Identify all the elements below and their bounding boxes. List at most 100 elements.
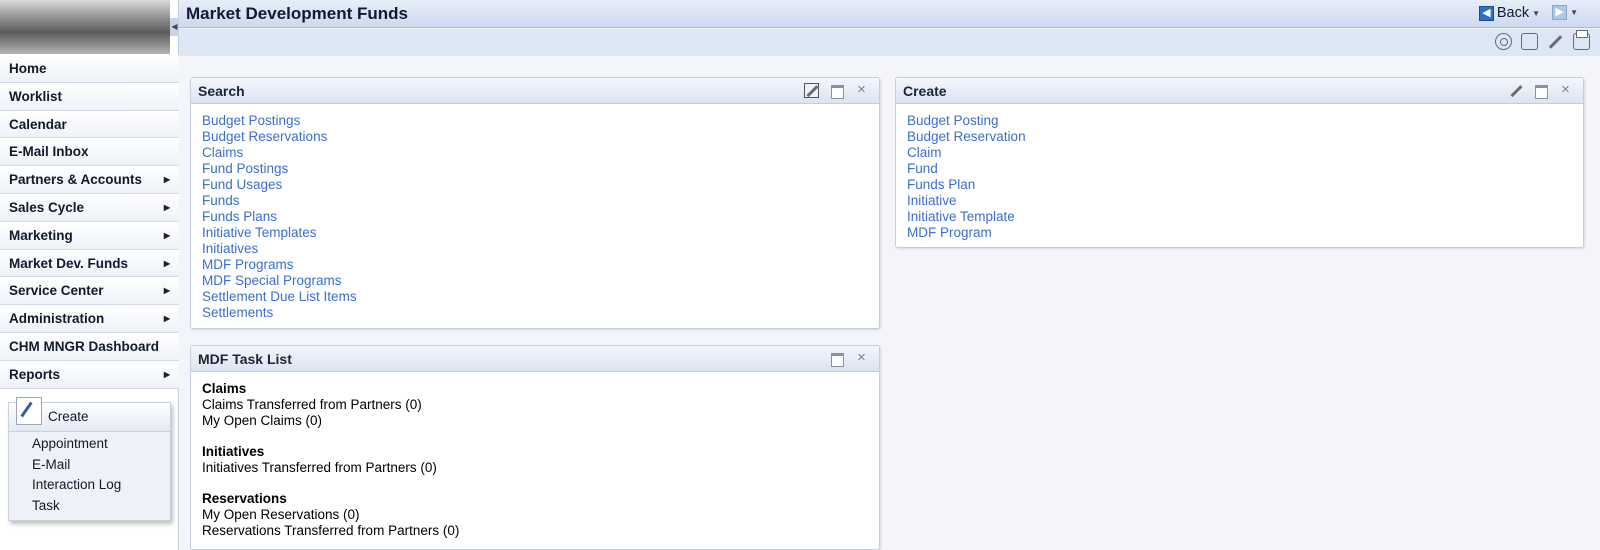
task-item[interactable]: Initiatives Transferred from Partners (0… [202, 460, 879, 476]
link-fund-postings[interactable]: Fund Postings [202, 161, 879, 177]
quick-create-appointment[interactable]: Appointment [9, 434, 170, 455]
nav-item-service-center[interactable]: Service Center ▶ [0, 277, 179, 306]
quick-create-task[interactable]: Task [9, 496, 170, 517]
nav-item-label: Market Dev. Funds [9, 255, 129, 271]
submenu-arrow-icon: ▶ [163, 314, 170, 324]
back-arrow-icon: ◀ [1478, 5, 1494, 21]
settings-gear-icon[interactable] [1495, 33, 1512, 50]
nav-item-label: CHM MNGR Dashboard [9, 338, 160, 354]
link-settlements[interactable]: Settlements [202, 305, 879, 321]
link-claim[interactable]: Claim [907, 145, 1583, 161]
search-panel: Search × Budget Postings Budget Reservati… [190, 77, 880, 329]
minimize-icon[interactable] [829, 351, 844, 367]
link-claims[interactable]: Claims [202, 145, 879, 161]
link-initiative-template[interactable]: Initiative Template [907, 209, 1583, 225]
page-title: Market Development Funds [186, 4, 408, 23]
task-item[interactable]: Reservations Transferred from Partners (… [202, 523, 879, 539]
nav-item-partners-accounts[interactable]: Partners & Accounts ▶ [0, 166, 179, 194]
nav-item-chm-mngr-dashboard[interactable]: CHM MNGR Dashboard [0, 332, 179, 361]
task-panel-title: MDF Task List [198, 351, 292, 367]
quick-create-interaction-log[interactable]: Interaction Log [9, 475, 170, 496]
task-item[interactable]: My Open Reservations (0) [202, 507, 879, 523]
nav-item-label: Sales Cycle [9, 199, 85, 215]
close-icon[interactable]: × [1558, 82, 1573, 98]
task-group-heading: Reservations [202, 491, 287, 506]
quick-create-title: Create [48, 409, 89, 424]
nav-item-marketing[interactable]: Marketing ▶ [0, 221, 179, 250]
nav-item-label: E-Mail Inbox [9, 144, 89, 160]
wrench-icon[interactable] [1547, 33, 1564, 50]
collapse-nav-icon[interactable]: ◀ [170, 18, 179, 36]
nav-item-e-mail-inbox[interactable]: E-Mail Inbox [0, 138, 179, 167]
toolbar-icons [1495, 30, 1590, 50]
create-panel: Create × Budget Posting Budget Reservatio… [895, 77, 1584, 248]
search-links: Budget Postings Budget Reservations Claims… [191, 104, 879, 321]
chevron-down-icon[interactable]: ▼ [1532, 9, 1540, 18]
nav-item-label: Reports [9, 366, 61, 382]
personalize-wrench-icon[interactable] [1508, 83, 1523, 98]
quick-create-box: Create Appointment E-Mail Interaction Log T… [8, 397, 171, 521]
nav-item-administration[interactable]: Administration ▶ [0, 305, 179, 333]
submenu-arrow-icon: ▶ [163, 258, 170, 268]
link-fund-usages[interactable]: Fund Usages [202, 177, 879, 193]
personalize-wrench-icon[interactable] [804, 83, 819, 98]
link-mdf-programs[interactable]: MDF Programs [202, 257, 879, 273]
nav-item-label: Service Center [9, 283, 104, 299]
submenu-arrow-icon: ▶ [163, 175, 170, 185]
quick-create-header[interactable]: Create [9, 397, 170, 432]
close-icon[interactable]: × [854, 350, 869, 366]
minimize-icon[interactable] [1533, 83, 1548, 99]
quick-create-e-mail[interactable]: E-Mail [9, 455, 170, 476]
nav-item-sales-cycle[interactable]: Sales Cycle ▶ [0, 193, 179, 222]
task-panel-header: MDF Task List × [191, 346, 879, 372]
print-icon[interactable] [1573, 30, 1590, 50]
link-initiative-templates[interactable]: Initiative Templates [202, 225, 879, 241]
nav-item-market-dev-funds[interactable]: Market Dev. Funds ▶ [0, 249, 179, 278]
nav-item-label: Calendar [9, 116, 67, 132]
quick-create-menu: Appointment E-Mail Interaction Log Task [9, 432, 170, 516]
nav-item-worklist[interactable]: Worklist [0, 82, 179, 111]
nav-item-calendar[interactable]: Calendar [0, 110, 179, 139]
nav-item-reports[interactable]: Reports ▶ [0, 360, 179, 389]
left-navigation: ◀ Home Worklist Calendar E-Mail Inbox Partne… [0, 0, 179, 550]
submenu-arrow-icon: ▶ [163, 230, 170, 240]
submenu-arrow-icon: ▶ [163, 202, 170, 212]
task-group-reservations: Reservations My Open Reservations (0) Rese… [202, 491, 879, 539]
toolbar [179, 29, 1600, 56]
link-funds-plans[interactable]: Funds Plans [202, 209, 879, 225]
link-funds[interactable]: Funds [202, 193, 879, 209]
logo-image [0, 0, 170, 54]
task-group-initiatives: Initiatives Initiatives Transferred from … [202, 444, 879, 476]
nav-item-label: Marketing [9, 227, 73, 243]
search-panel-title: Search [198, 83, 245, 99]
link-budget-reservation[interactable]: Budget Reservation [907, 129, 1583, 145]
link-budget-postings[interactable]: Budget Postings [202, 113, 879, 129]
link-mdf-special-programs[interactable]: MDF Special Programs [202, 273, 879, 289]
nav-item-label: Worklist [9, 88, 63, 104]
mdf-task-list-panel: MDF Task List × Claims Claims Transferred… [190, 345, 880, 550]
forward-button[interactable]: ▶ ▼ [1552, 5, 1578, 20]
chevron-down-icon[interactable]: ▼ [1570, 8, 1578, 17]
close-icon[interactable]: × [854, 82, 869, 98]
minimize-icon[interactable] [829, 83, 844, 99]
task-item[interactable]: My Open Claims (0) [202, 413, 879, 429]
search-panel-header: Search × [191, 78, 879, 104]
nav-item-label: Partners & Accounts [9, 172, 143, 188]
nav-item-home[interactable]: Home [0, 55, 179, 83]
link-funds-plan[interactable]: Funds Plan [907, 177, 1583, 193]
submenu-arrow-icon: ▶ [163, 369, 170, 379]
task-item[interactable]: Claims Transferred from Partners (0) [202, 397, 879, 413]
personalize-page-icon[interactable] [1521, 33, 1538, 50]
link-initiative[interactable]: Initiative [907, 193, 1583, 209]
create-panel-title: Create [903, 83, 947, 99]
back-button[interactable]: ◀ Back ▼ [1478, 5, 1540, 21]
back-label: Back [1496, 5, 1530, 21]
link-mdf-program[interactable]: MDF Program [907, 225, 1583, 241]
link-settlement-due-list-items[interactable]: Settlement Due List Items [202, 289, 879, 305]
link-budget-reservations[interactable]: Budget Reservations [202, 129, 879, 145]
link-fund[interactable]: Fund [907, 161, 1583, 177]
link-budget-posting[interactable]: Budget Posting [907, 113, 1583, 129]
link-initiatives[interactable]: Initiatives [202, 241, 879, 257]
forward-arrow-icon: ▶ [1552, 5, 1568, 20]
submenu-arrow-icon: ▶ [163, 286, 170, 296]
